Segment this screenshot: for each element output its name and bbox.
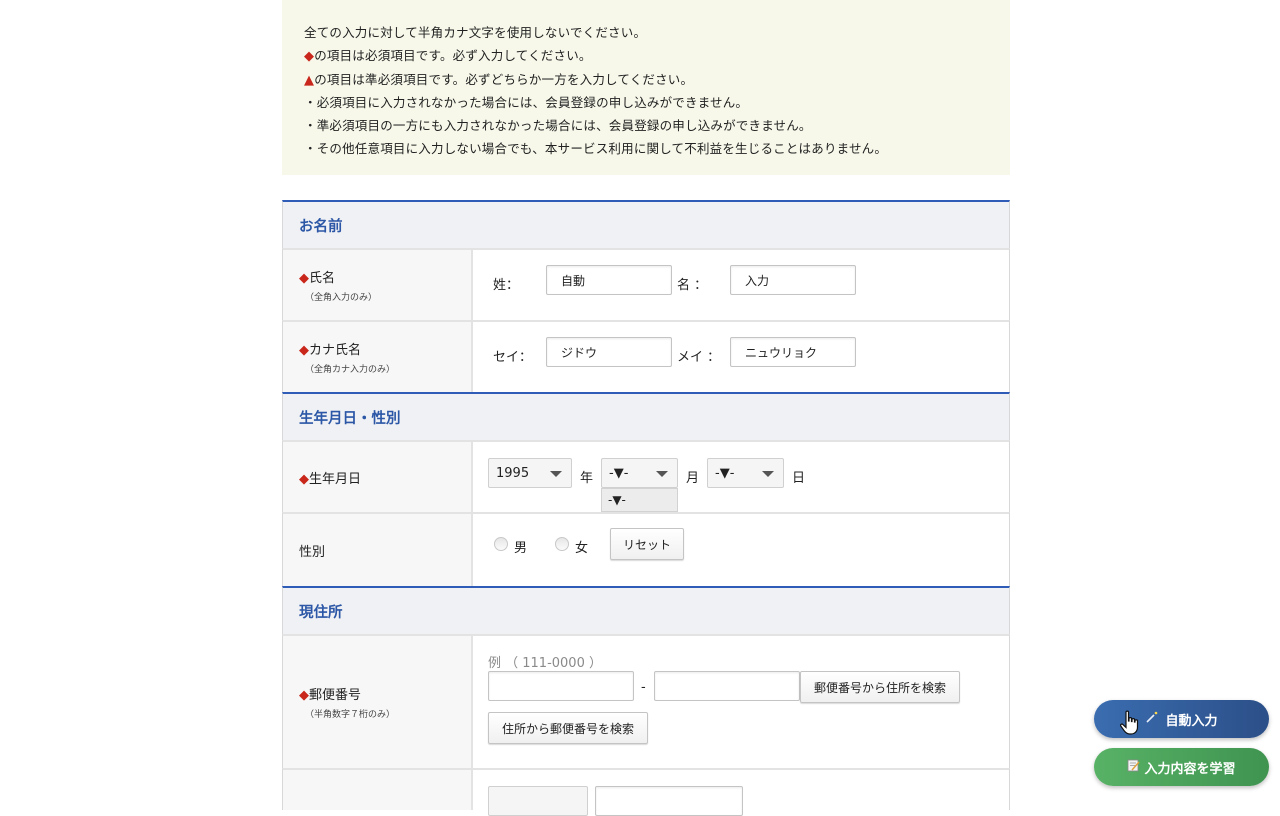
notice-line-4: ・必須項目に入力されなかった場合には、会員登録の申し込みができません。: [304, 95, 749, 111]
magic-wand-icon: [1145, 710, 1159, 728]
row-postal-code: ◆郵便番号 （半角数字７桁のみ） 例 （ 111-0000 ） - 郵便番号から…: [282, 634, 1010, 768]
postal-label-cell: ◆郵便番号 （半角数字７桁のみ）: [283, 636, 473, 768]
gender-female-radio[interactable]: [555, 537, 569, 551]
kana-last-name-input[interactable]: ジドウ: [546, 337, 672, 367]
postal-code-second-input[interactable]: [654, 671, 800, 701]
notice-line-2: ◆の項目は必須項目です。必ず入力してください。: [304, 47, 592, 64]
first-name-input[interactable]: 入力: [730, 265, 856, 295]
section-address-title: 現住所: [282, 586, 1010, 634]
search-postal-by-address-button[interactable]: 住所から郵便番号を検索: [488, 712, 648, 744]
semi-required-marker: ▲: [304, 72, 315, 88]
birth-year-select[interactable]: 1995: [488, 458, 572, 488]
gender-label: 性別: [299, 544, 326, 560]
postal-label: 郵便番号: [309, 688, 362, 703]
gender-female-label[interactable]: 女: [575, 537, 588, 556]
postal-code-first-input[interactable]: [488, 671, 634, 701]
prefecture-select[interactable]: [488, 786, 588, 816]
full-name-note: （全角入力のみ）: [305, 293, 378, 303]
section-name-title: お名前: [282, 200, 1010, 248]
required-marker: ◆: [299, 271, 309, 286]
row-birthdate: ◆生年月日 1995 年 -▼- 月 -▼- 日 -▼-: [282, 440, 1010, 512]
memo-icon: [1127, 759, 1141, 776]
full-name-label: 氏名: [309, 271, 336, 286]
birth-month-select[interactable]: -▼-: [601, 458, 678, 488]
last-name-label: 姓：: [493, 278, 520, 293]
row-kana-name: ◆カナ氏名 （全角カナ入力のみ） セイ： ジドウ メイ ： ニュウリョク: [282, 320, 1010, 392]
birthdate-label: 生年月日: [309, 471, 362, 487]
postal-note: （半角数字７桁のみ）: [305, 710, 396, 720]
postal-example: 例 （ 111-0000 ）: [488, 656, 602, 671]
notice-line-6: ・その他任意項目に入力しない場合でも、本サービス利用に関して不利益を生じることは…: [304, 140, 888, 156]
kana-last-name-label: セイ：: [493, 350, 533, 365]
postal-dash: -: [641, 680, 646, 695]
notice-line-5: ・準必須項目の一方にも入力されなかった場合には、会員登録の申し込みができません。: [304, 118, 812, 134]
last-name-input[interactable]: 自動: [546, 265, 672, 295]
full-name-label-cell: ◆氏名 （全角入力のみ）: [283, 250, 473, 320]
required-marker: ◆: [299, 471, 309, 487]
kana-first-name-label: メイ ：: [677, 350, 721, 365]
address-input[interactable]: [595, 786, 743, 816]
required-marker: ◆: [299, 343, 309, 358]
notice-line-3: ▲の項目は準必須項目です。必ずどちらか一方を入力してください。: [304, 71, 694, 88]
day-unit: 日: [792, 471, 806, 486]
month-dropdown-option[interactable]: -▼-: [601, 488, 678, 512]
registration-form: お名前 ◆氏名 （全角入力のみ） 姓： 自動 名 ： 入力 ◆カナ氏名 （全角カ…: [282, 200, 1010, 816]
gender-reset-button[interactable]: リセット: [610, 528, 684, 560]
month-unit: 月: [686, 471, 700, 486]
birthdate-label-cell: ◆生年月日: [283, 442, 473, 512]
year-unit: 年: [580, 471, 594, 486]
kana-first-name-input[interactable]: ニュウリョク: [730, 337, 856, 367]
birth-day-select[interactable]: -▼-: [707, 458, 784, 488]
section-birth-gender-title: 生年月日・性別: [282, 392, 1010, 440]
kana-name-note: （全角カナ入力のみ）: [305, 365, 396, 375]
learn-input-button[interactable]: 入力内容を学習: [1094, 748, 1269, 786]
chevron-down-icon: [656, 471, 668, 477]
kana-name-label: カナ氏名: [309, 343, 362, 358]
gender-label-cell: 性別: [283, 514, 473, 586]
row-gender: 性別 男 女 リセット: [282, 512, 1010, 586]
chevron-down-icon: [762, 471, 774, 477]
gender-male-label[interactable]: 男: [514, 537, 527, 556]
search-address-by-postal-button[interactable]: 郵便番号から住所を検索: [800, 671, 960, 703]
required-marker: ◆: [299, 688, 309, 703]
first-name-label: 名 ：: [677, 278, 708, 293]
chevron-down-icon: [550, 471, 562, 477]
hand-cursor-icon: [1119, 710, 1141, 740]
required-marker: ◆: [304, 48, 315, 64]
row-full-name: ◆氏名 （全角入力のみ） 姓： 自動 名 ： 入力: [282, 248, 1010, 320]
notice-line-1: 全ての入力に対して半角カナ文字を使用しないでください。: [304, 25, 647, 40]
row-next-partial: [282, 768, 1010, 816]
kana-name-label-cell: ◆カナ氏名 （全角カナ入力のみ）: [283, 322, 473, 392]
gender-male-radio[interactable]: [494, 537, 508, 551]
notice-box: 全ての入力に対して半角カナ文字を使用しないでください。 ◆の項目は必須項目です。…: [282, 0, 1010, 175]
